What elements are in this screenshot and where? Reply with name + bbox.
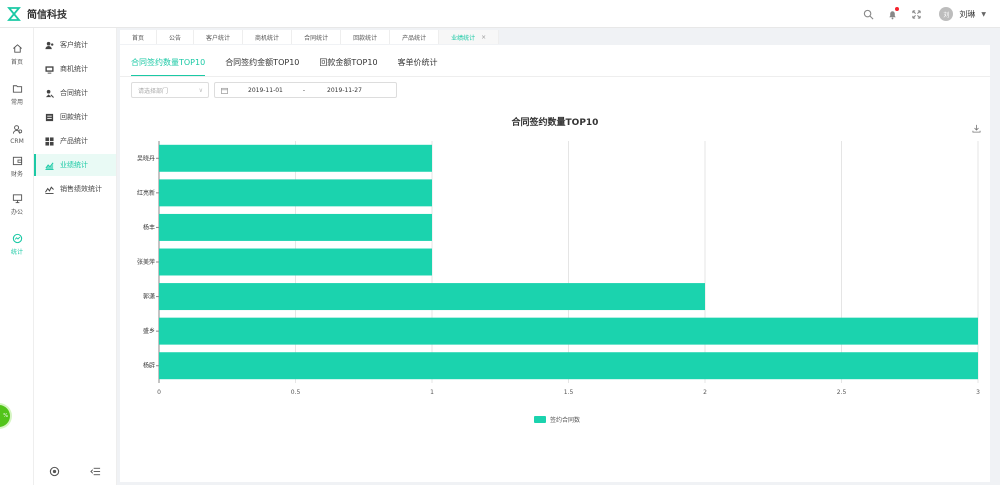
statistics-submenu: 客户统计 商机统计 合同统计 回款统计 产品统计 业绩统计 销售绩效统计 (34, 28, 117, 485)
bar (159, 179, 432, 207)
main-panel: 合同签约数量TOP10 合同签约金额TOP10 回款金额TOP10 客单价统计 … (120, 45, 990, 482)
close-icon[interactable]: × (481, 34, 486, 41)
submenu-item-performance[interactable]: 业绩统计 (34, 154, 116, 176)
tab-opportunity-stats[interactable]: 商机统计 (243, 30, 293, 44)
customer-icon (45, 41, 54, 49)
submenu-label: 商机统计 (60, 65, 88, 73)
x-tick-label: 1.5 (564, 389, 574, 396)
tab-product-stats[interactable]: 产品统计 (390, 30, 440, 44)
tab-contract-stats[interactable]: 合同统计 (292, 30, 342, 44)
nav-item-finance[interactable]: 财务 (0, 148, 34, 184)
nav-label: CRM (10, 137, 24, 145)
bell-icon[interactable] (885, 7, 900, 21)
x-tick-label: 2.5 (837, 389, 847, 396)
tab-label: 产品统计 (402, 34, 427, 42)
app-logo: 简信科技 (7, 6, 67, 21)
settings-icon[interactable] (49, 466, 60, 477)
opportunity-icon (45, 65, 54, 74)
tab-home[interactable]: 首页 (120, 30, 158, 44)
tab-label: 公告 (169, 34, 182, 42)
submenu-item-payment[interactable]: 回款统计 (34, 106, 116, 128)
x-tick-label: 3 (976, 389, 980, 396)
contract-icon (45, 89, 54, 98)
x-tick-label: 0.5 (291, 389, 301, 396)
bar (159, 144, 432, 172)
fullscreen-icon[interactable] (909, 7, 923, 21)
nav-item-crm[interactable]: CRM (0, 116, 34, 152)
logo-icon (7, 6, 21, 21)
submenu-item-customer[interactable]: 客户统计 (34, 34, 116, 56)
submenu-label: 客户统计 (60, 41, 88, 49)
collapse-menu-icon[interactable] (90, 466, 101, 477)
top-bar: 简信科技 刘 刘琳 ▼ (0, 0, 1000, 28)
nav-label: 统计 (10, 248, 23, 256)
submenu-label: 合同统计 (60, 89, 88, 97)
search-icon[interactable] (861, 7, 875, 21)
tab-label: 首页 (132, 34, 145, 42)
tab-label: 合同统计 (304, 34, 329, 42)
page-tabs: 首页 公告 客户统计 商机统计 合同统计 回款统计 产品统计 业绩统计 × (120, 30, 990, 44)
legend-label: 签约合同数 (550, 417, 581, 424)
payment-icon (45, 113, 54, 121)
avatar[interactable]: 刘 (939, 7, 954, 21)
y-tick-label: 杨丰 (143, 223, 155, 231)
nav-label: 财务 (10, 170, 23, 178)
chart-icon (12, 233, 22, 243)
nav-item-common[interactable]: 常用 (0, 76, 34, 112)
tab-label: 回款统计 (353, 34, 378, 42)
tab-customer-stats[interactable]: 客户统计 (194, 30, 244, 44)
bar (159, 213, 432, 241)
y-tick-label: 红亮新 (137, 189, 155, 197)
submenu-item-sales-kpi[interactable]: 销售绩效统计 (34, 178, 116, 200)
y-tick-label: 吴晓丹 (137, 154, 155, 162)
tab-label: 客户统计 (206, 34, 231, 42)
x-tick-label: 1 (430, 389, 434, 396)
submenu-item-product[interactable]: 产品统计 (34, 130, 116, 152)
nav-item-home[interactable]: 首页 (0, 36, 34, 72)
y-tick-label: 郭潇 (143, 293, 155, 301)
x-tick-label: 0 (157, 389, 161, 396)
submenu-label: 产品统计 (60, 137, 88, 145)
bar (159, 248, 432, 276)
user-name[interactable]: 刘琳 (959, 9, 975, 20)
monitor-icon (12, 193, 22, 203)
performance-icon (45, 161, 54, 170)
users-icon (12, 124, 22, 134)
legend-swatch (534, 416, 546, 423)
app-title: 简信科技 (27, 10, 67, 21)
tab-performance-stats[interactable]: 业绩统计 × (439, 30, 500, 44)
tab-label: 商机统计 (255, 34, 280, 42)
nav-item-office[interactable]: 办公 (0, 186, 34, 222)
folder-icon (12, 84, 22, 93)
bar (159, 283, 705, 311)
y-tick-label: 杨辟 (143, 362, 155, 370)
product-icon (45, 136, 54, 146)
tab-label: 业绩统计 (451, 34, 476, 42)
bar (159, 317, 978, 345)
chevron-down-icon[interactable]: ▼ (981, 11, 986, 18)
submenu-label: 回款统计 (60, 113, 88, 121)
nav-label: 常用 (10, 98, 23, 106)
tab-payment-stats[interactable]: 回款统计 (341, 30, 391, 44)
y-tick-label: 张美萍 (137, 258, 155, 266)
tab-notice[interactable]: 公告 (157, 30, 195, 44)
submenu-item-opportunity[interactable]: 商机统计 (34, 58, 116, 80)
chart-legend[interactable]: 签约合同数 (534, 415, 580, 424)
nav-item-statistics[interactable]: 统计 (0, 226, 34, 262)
notification-dot (895, 7, 900, 11)
wallet-icon (12, 156, 22, 165)
nav-label: 首页 (10, 58, 23, 66)
submenu-label: 销售绩效统计 (60, 185, 102, 193)
sales-kpi-icon (45, 185, 54, 194)
submenu-label: 业绩统计 (60, 161, 88, 169)
x-tick-label: 2 (703, 389, 707, 396)
y-tick-label: 盛乡 (143, 327, 155, 335)
bar (159, 352, 978, 380)
home-icon (12, 43, 22, 53)
submenu-item-contract[interactable]: 合同统计 (34, 82, 116, 104)
nav-label: 办公 (10, 208, 23, 216)
